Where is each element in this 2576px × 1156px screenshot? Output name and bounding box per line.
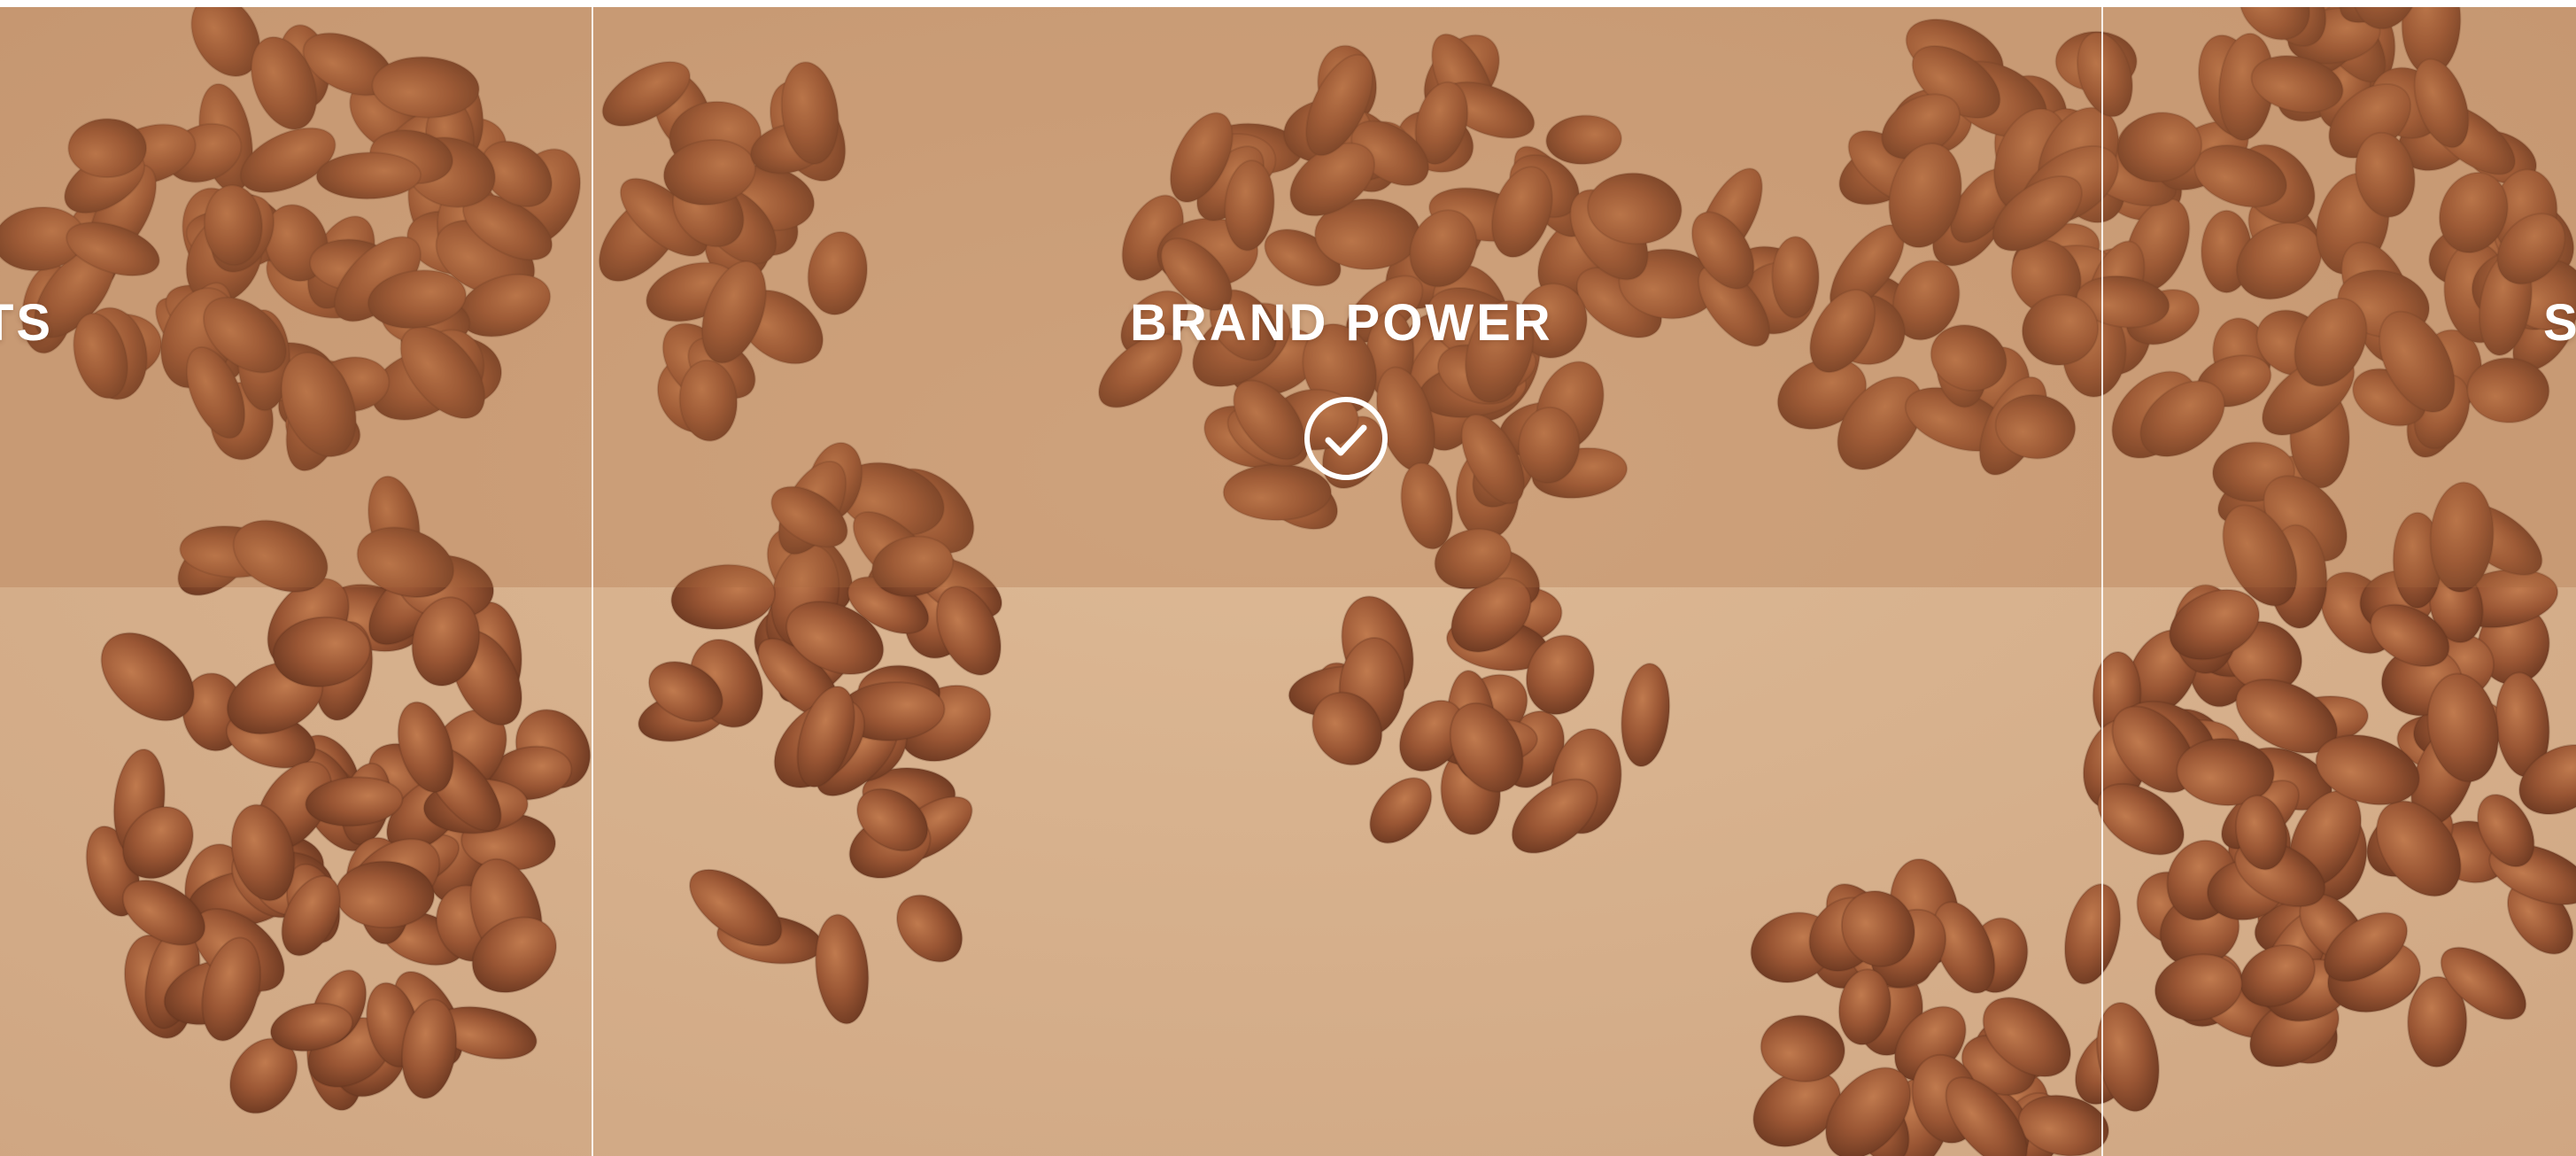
panel-title-right[interactable]: S xyxy=(2543,298,2576,349)
panel-title-left[interactable]: TS xyxy=(0,298,53,349)
panel-divider-left xyxy=(592,7,593,1156)
cocoa-bean xyxy=(335,860,436,929)
check-circle-icon xyxy=(1304,397,1388,480)
brand-carousel: TS BRAND POWER S xyxy=(0,7,2576,1156)
panel-title-brand-power[interactable]: BRAND POWER xyxy=(1130,298,1573,349)
panel-divider-right xyxy=(2101,7,2103,1156)
